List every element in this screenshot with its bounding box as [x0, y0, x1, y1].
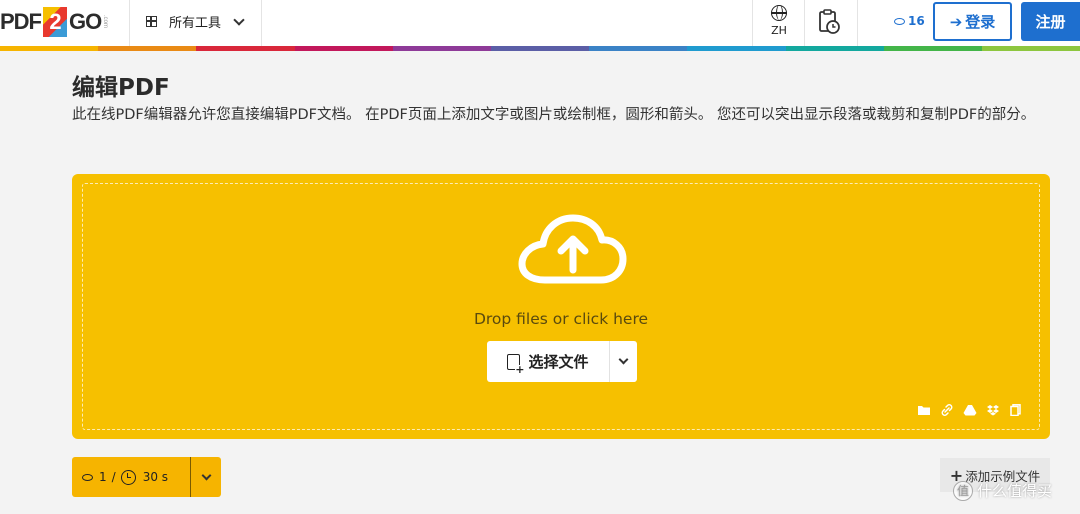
globe-icon — [771, 5, 787, 21]
divider — [752, 0, 753, 46]
all-tools-label: 所有工具 — [169, 16, 222, 31]
cloud-upload-icon — [518, 214, 627, 284]
page-title: 编辑PDF — [72, 75, 170, 101]
drop-files-text: Drop files or click here — [473, 310, 649, 328]
divider — [261, 0, 262, 46]
upload-dropzone[interactable]: Drop files or click here 选择文件 — [72, 174, 1050, 439]
logo-text-go: GO — [69, 9, 102, 34]
upload-sources — [917, 404, 1023, 416]
limits-separator: / — [111, 470, 116, 484]
language-label: ZH — [771, 24, 787, 37]
link-icon[interactable] — [940, 404, 954, 416]
all-tools-menu[interactable]: 所有工具 — [145, 12, 245, 31]
dropbox-icon[interactable] — [986, 404, 1000, 416]
chevron-down-icon — [618, 354, 629, 365]
limits-info: 1 / 30 s — [72, 457, 191, 497]
chevron-down-icon — [201, 470, 211, 480]
watermark-logo: 值 — [953, 480, 973, 501]
google-drive-icon[interactable] — [963, 404, 977, 416]
logo-text-2: 2 — [43, 7, 67, 37]
rainbow-segment — [785, 46, 884, 51]
rainbow-segment — [196, 46, 295, 51]
page-description: 此在线PDF编辑器允许您直接编辑PDF文档。 在PDF页面上添加文字或图片或绘制… — [72, 107, 1036, 123]
clock-icon — [120, 469, 136, 485]
choose-file-control: 选择文件 — [487, 341, 637, 382]
chevron-down-icon — [233, 13, 245, 26]
file-add-icon — [507, 353, 525, 375]
time-limit: 30 s — [142, 470, 169, 484]
login-button[interactable]: ➔ 登录 — [933, 2, 1012, 41]
coin-icon — [894, 17, 905, 25]
rainbow-segment — [687, 46, 786, 51]
logo-suffix: .com — [102, 15, 109, 29]
rainbow-bar — [0, 46, 1080, 51]
dropzone-border: Drop files or click here 选择文件 — [82, 183, 1040, 430]
copy-icon[interactable] — [1009, 404, 1023, 416]
credit-cost: 1 — [99, 470, 107, 484]
rainbow-segment — [0, 46, 99, 51]
divider — [857, 0, 858, 46]
top-header: PDF 2 GO .com 所有工具 ZH 16 ➔ 登录 注册 — [0, 0, 1080, 46]
folder-icon[interactable] — [917, 404, 931, 416]
login-label: 登录 — [965, 13, 996, 31]
divider — [804, 0, 805, 46]
limits-dropdown-button[interactable] — [191, 470, 221, 480]
conversion-limits: 1 / 30 s — [72, 457, 221, 497]
rainbow-segment — [883, 46, 982, 51]
rainbow-segment — [294, 46, 393, 51]
pdf2go-logo[interactable]: PDF 2 GO .com — [0, 4, 108, 40]
choose-file-label: 选择文件 — [528, 353, 589, 371]
divider — [129, 0, 130, 46]
register-label: 注册 — [1035, 13, 1066, 31]
watermark: 值 什么值得买 — [953, 480, 1052, 501]
clipboard-clock-icon[interactable] — [818, 9, 840, 35]
rainbow-segment — [490, 46, 590, 51]
rainbow-segment — [589, 46, 688, 51]
register-button[interactable]: 注册 — [1021, 2, 1080, 41]
watermark-text: 什么值得买 — [977, 482, 1053, 500]
credits-value: 16 — [908, 14, 925, 28]
login-arrow-icon: ➔ — [949, 12, 963, 31]
choose-file-button[interactable]: 选择文件 — [487, 341, 610, 382]
credits-counter[interactable]: 16 — [894, 14, 925, 28]
coin-icon — [82, 473, 93, 481]
choose-file-dropdown-button[interactable] — [610, 341, 637, 382]
language-selector[interactable]: ZH — [766, 5, 792, 37]
rainbow-segment — [392, 46, 491, 51]
logo-text-pdf: PDF — [0, 9, 42, 34]
grid-icon — [145, 15, 157, 27]
rainbow-segment — [98, 46, 197, 51]
rainbow-segment — [981, 46, 1080, 51]
